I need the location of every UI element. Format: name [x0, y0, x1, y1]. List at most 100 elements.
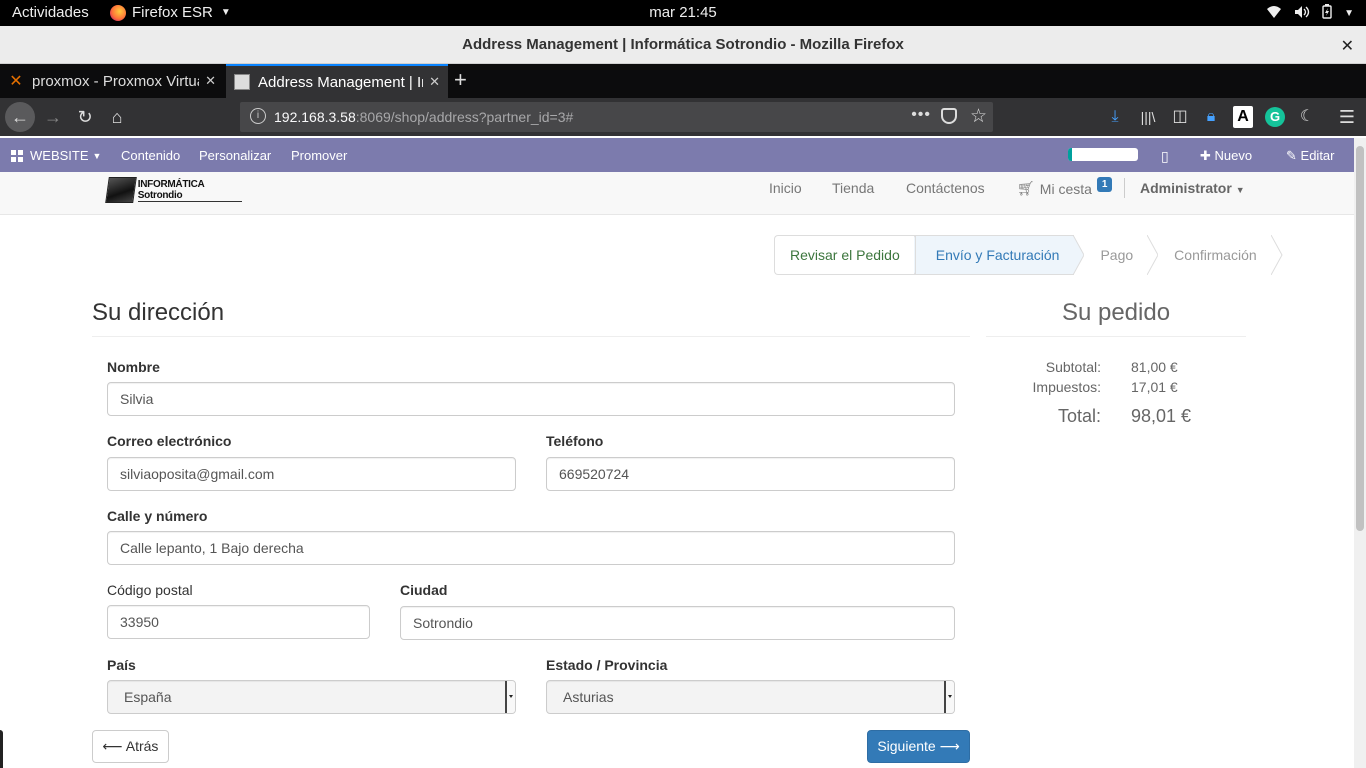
- name-label: Nombre: [107, 359, 160, 375]
- wizard-step-review[interactable]: Revisar el Pedido: [774, 235, 915, 275]
- country-select-value: España: [124, 689, 172, 705]
- url-text[interactable]: 192.168.3.58:8069/shop/address?partner_i…: [274, 109, 573, 125]
- apps-grid-icon: [11, 149, 23, 162]
- progress-fill: [1068, 148, 1072, 161]
- nav-inicio[interactable]: Inicio: [769, 180, 802, 196]
- hamburger-menu-icon[interactable]: ☰: [1336, 106, 1358, 128]
- menu-contenido[interactable]: Contenido: [121, 148, 180, 163]
- total-label: Total:: [1057, 406, 1101, 426]
- close-tab-icon[interactable]: ✕: [429, 74, 440, 90]
- website-progress-bar[interactable]: [1068, 148, 1138, 161]
- phone-input[interactable]: 669520724: [546, 457, 955, 491]
- cart-label: Mi cesta: [1039, 180, 1092, 197]
- dropdown-arrow-icon: [505, 681, 515, 713]
- battery-icon: [1322, 4, 1332, 22]
- site-logo[interactable]: INFORMÁTICA Sotrondio: [105, 175, 242, 205]
- clock[interactable]: mar 21:45: [649, 4, 717, 21]
- nav-tienda[interactable]: Tienda: [832, 180, 874, 196]
- activities-button[interactable]: Actividades: [12, 4, 89, 21]
- caret-down-icon: ▼: [92, 150, 102, 161]
- edit-label: Editar: [1300, 148, 1335, 163]
- next-button-label: Siguiente: [877, 738, 936, 754]
- divider: [92, 336, 970, 337]
- new-content-label: Nuevo: [1214, 148, 1253, 163]
- city-input[interactable]: Sotrondio: [400, 606, 955, 640]
- logo-text: INFORMÁTICA Sotrondio: [137, 179, 242, 202]
- caret-down-icon: ▼: [1344, 7, 1354, 19]
- laptop-logo-icon: [105, 177, 137, 203]
- bookmark-star-icon[interactable]: ☆: [970, 105, 987, 128]
- forward-arrow-icon[interactable]: →: [40, 105, 66, 129]
- next-button[interactable]: Siguiente ⟶: [867, 730, 970, 763]
- close-window-icon[interactable]: ✕: [1341, 36, 1354, 56]
- lock-extension-icon[interactable]: 🔒︎: [1200, 106, 1222, 128]
- wizard-step-payment: Pago: [1084, 235, 1149, 275]
- wifi-icon: [1266, 5, 1282, 22]
- caret-down-icon: ▼: [220, 7, 231, 18]
- library-icon[interactable]: |||\: [1137, 106, 1159, 128]
- font-extension-icon[interactable]: A: [1233, 106, 1253, 128]
- tab-address-management[interactable]: Address Management | Informática Sotrond…: [226, 64, 448, 98]
- name-input[interactable]: Silvia: [107, 382, 955, 416]
- back-button[interactable]: ⟵ Atrás: [92, 730, 169, 763]
- site-header: INFORMÁTICA Sotrondio Inicio Tienda Cont…: [0, 172, 1354, 215]
- back-arrow-icon[interactable]: ←: [5, 102, 35, 132]
- street-input[interactable]: Calle lepanto, 1 Bajo derecha: [107, 531, 955, 565]
- chevron-right-icon: [1073, 235, 1086, 275]
- state-select-value: Asturias: [563, 689, 614, 705]
- dark-mode-extension-icon[interactable]: ☾: [1296, 106, 1318, 128]
- street-label: Calle y número: [107, 508, 208, 524]
- tab-label: proxmox - Proxmox Virtual Environment: [32, 72, 199, 90]
- download-icon[interactable]: ⤓: [1104, 106, 1126, 128]
- pocket-icon[interactable]: [941, 108, 957, 124]
- country-select[interactable]: España: [107, 680, 516, 714]
- system-tray[interactable]: ▼: [1266, 4, 1354, 22]
- new-content-button[interactable]: ✚ Nuevo: [1200, 148, 1252, 164]
- phone-label: Teléfono: [546, 433, 604, 449]
- reload-icon[interactable]: ↻: [72, 105, 98, 129]
- url-path: :8069/shop/address?partner_id=3#: [355, 109, 574, 125]
- app-menu[interactable]: Firefox ESR ▼: [110, 4, 231, 21]
- plus-icon: ✚: [1200, 148, 1211, 163]
- user-menu[interactable]: Administrator ▼: [1140, 180, 1245, 196]
- proxmox-icon: ✕: [9, 73, 23, 90]
- taxes-value: 17,01 €: [1131, 379, 1178, 395]
- url-bar[interactable]: i 192.168.3.58:8069/shop/address?partner…: [240, 102, 993, 132]
- email-label: Correo electrónico: [107, 433, 232, 449]
- info-icon[interactable]: i: [250, 108, 266, 124]
- home-icon[interactable]: ⌂: [104, 105, 130, 129]
- state-select[interactable]: Asturias: [546, 680, 955, 714]
- menu-personalizar[interactable]: Personalizar: [199, 148, 271, 163]
- system-top-bar: Actividades Firefox ESR ▼ mar 21:45 ▼: [0, 0, 1366, 26]
- address-heading: Su dirección: [92, 299, 225, 326]
- new-tab-icon[interactable]: +: [454, 68, 467, 92]
- state-label: Estado / Provincia: [546, 657, 668, 673]
- dropdown-arrow-icon: [944, 681, 954, 713]
- chevron-right-icon: [1147, 235, 1159, 275]
- scrollbar-thumb[interactable]: [1356, 146, 1364, 531]
- edit-button[interactable]: ✎ Editar: [1286, 148, 1335, 164]
- menu-promover[interactable]: Promover: [291, 148, 347, 163]
- firefox-icon: [110, 4, 126, 21]
- grammarly-icon[interactable]: G: [1265, 107, 1285, 127]
- volume-icon: [1294, 5, 1310, 22]
- wizard-step-shipping: Envío y Facturación: [914, 235, 1075, 275]
- website-menu[interactable]: WEBSITE ▼: [11, 148, 101, 163]
- subtotal-label: Subtotal:: [1045, 359, 1101, 375]
- tab-proxmox[interactable]: ✕ proxmox - Proxmox Virtual Environment …: [0, 64, 224, 98]
- city-label: Ciudad: [400, 582, 448, 598]
- mobile-preview-icon[interactable]: ▯: [1161, 148, 1169, 165]
- zip-input[interactable]: 33950: [107, 605, 370, 639]
- total-value: 98,01 €: [1131, 406, 1192, 426]
- window-title: Address Management | Informática Sotrond…: [462, 36, 904, 53]
- page-scrollbar[interactable]: [1354, 138, 1366, 768]
- nav-contactenos[interactable]: Contáctenos: [906, 180, 985, 196]
- nav-cart[interactable]: 🛒︎ Mi cesta 1: [1017, 177, 1113, 197]
- page-actions-icon[interactable]: •••: [911, 106, 931, 124]
- email-input[interactable]: silviaoposita@gmail.com: [107, 457, 516, 491]
- close-tab-icon[interactable]: ✕: [205, 73, 216, 89]
- url-host: 192.168.3.58: [274, 109, 356, 125]
- chevron-right-icon: [1270, 235, 1283, 275]
- sidebar-icon[interactable]: ◫: [1169, 106, 1191, 128]
- cart-count-badge: 1: [1096, 177, 1113, 192]
